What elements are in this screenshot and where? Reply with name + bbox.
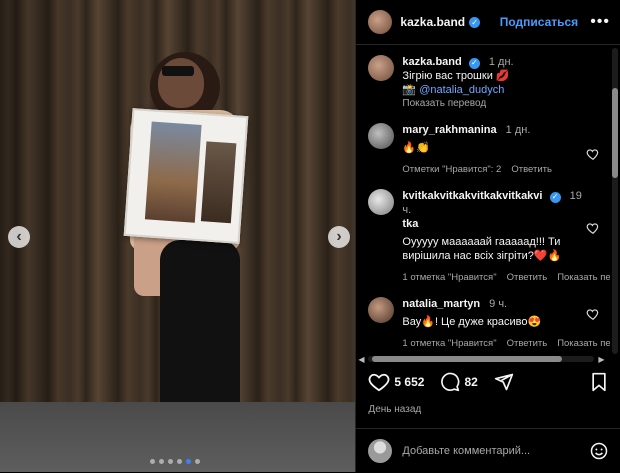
chevron-left-icon: ‹	[16, 228, 22, 245]
likes-count[interactable]: 5 652	[394, 375, 424, 389]
emoji-picker-icon[interactable]	[590, 442, 608, 460]
like-heart-icon[interactable]	[368, 372, 390, 392]
commenter-avatar[interactable]	[368, 189, 395, 215]
comment-bubble-icon[interactable]	[440, 372, 460, 392]
reply-button[interactable]: Ответить	[507, 271, 548, 285]
horizontal-scrollbar-thumb[interactable]	[372, 356, 563, 362]
carousel-dot	[159, 459, 164, 464]
mention-link[interactable]: @natalia_dudych	[419, 84, 504, 96]
comment-likes-count[interactable]: Отметки "Нравится": 2	[402, 163, 501, 177]
comment-time[interactable]: 9 ч.	[489, 298, 507, 310]
carousel-dot	[150, 459, 155, 464]
caption-time[interactable]: 1 дн.	[489, 56, 514, 68]
like-comment-heart-icon[interactable]	[586, 221, 600, 235]
camera-emoji: 📸	[402, 84, 420, 96]
verified-badge-icon: ✓	[468, 57, 480, 69]
vertical-scrollbar-thumb[interactable]	[612, 88, 618, 178]
chevron-right-icon: ›	[336, 228, 342, 245]
carousel-indicator	[150, 459, 200, 464]
follow-button[interactable]: Подписаться	[500, 15, 578, 29]
add-comment-bar: Добавьте комментарий...	[356, 428, 620, 473]
post-header: kazka.band ✓ Подписаться •••	[356, 0, 620, 45]
scroll-right-arrow-icon[interactable]: ▶	[598, 355, 604, 364]
reply-button[interactable]: Ответить	[507, 337, 548, 351]
post-side-panel: kazka.band ✓ Подписаться ••• kazka.band …	[355, 0, 620, 472]
carousel-dot	[195, 459, 200, 464]
post-caption: kazka.band ✓ 1 дн. Зігрію вас трошки 💋 📸…	[356, 45, 610, 111]
author-avatar[interactable]	[368, 10, 393, 34]
caption-line-1: Зігрію вас трошки 💋	[402, 70, 510, 82]
share-paper-plane-icon[interactable]	[494, 372, 514, 392]
photo-magazine	[123, 108, 249, 244]
like-comment-heart-icon[interactable]	[586, 307, 600, 321]
verified-badge-icon: ✓	[549, 191, 561, 203]
reply-button[interactable]: Ответить	[511, 163, 552, 177]
next-slide-button[interactable]: ›	[328, 226, 350, 248]
magazine-photo-secondary	[200, 141, 237, 224]
commenter-username[interactable]: kvitkakvitkakvitkakvitkakvi	[402, 190, 542, 202]
carousel-dot	[168, 459, 173, 464]
show-translation-link[interactable]: Показать пе	[557, 271, 610, 285]
author-username[interactable]: kazka.band	[400, 15, 465, 29]
add-comment-input[interactable]: Добавьте комментарий...	[402, 445, 530, 457]
vertical-scrollbar[interactable]	[612, 48, 618, 354]
comment-text: Оууууу маааааай гааааад!!! Ти вирішила н…	[402, 236, 562, 262]
comment-likes-count[interactable]: 1 отметка "Нравится"	[402, 271, 496, 285]
comment-item: mary_rakhmanina 1 дн. 🔥👏 Отметки "Нравит…	[356, 111, 610, 177]
comments-list[interactable]: kazka.band ✓ 1 дн. Зігрію вас трошки 💋 📸…	[356, 45, 610, 363]
commenter-username[interactable]: natalia_martyn	[402, 298, 480, 310]
comment-item: natalia_martyn 9 ч. Вау🔥! Це дуже красив…	[356, 285, 610, 351]
like-comment-heart-icon[interactable]	[586, 147, 600, 161]
post-media[interactable]: ‹ ›	[0, 0, 356, 472]
verified-badge-icon: ✓	[469, 16, 481, 28]
comment-text: 🔥👏	[402, 142, 430, 154]
caption-username[interactable]: kazka.band	[402, 56, 461, 68]
current-user-avatar	[368, 439, 393, 463]
caption-line-2: 📸 @natalia_dudych	[402, 83, 513, 97]
previous-slide-button[interactable]: ‹	[8, 226, 30, 248]
caption-avatar[interactable]	[368, 55, 395, 81]
comment-text: Вау🔥! Це дуже красиво😍	[402, 316, 542, 328]
post-date: День назад	[368, 404, 422, 415]
commenter-username[interactable]: mary_rakhmanina	[402, 124, 496, 136]
post-viewer: ‹ › kazka.band ✓ Подписаться ••• kazka.b…	[0, 0, 620, 472]
comment-item: kvitkakvitkakvitkakvitkakvi ✓ 19 ч. tka …	[356, 177, 610, 285]
commenter-username-continued[interactable]: tka	[402, 218, 418, 230]
commenter-avatar[interactable]	[368, 297, 395, 323]
show-translation-link[interactable]: Показать пе	[557, 337, 610, 351]
more-options-icon[interactable]: •••	[590, 13, 610, 31]
post-actions: 5 652 82	[368, 372, 608, 392]
horizontal-scrollbar[interactable]: ◀ ▶	[358, 355, 606, 364]
commenter-avatar[interactable]	[368, 123, 395, 149]
comment-time[interactable]: 1 дн.	[506, 124, 531, 136]
bookmark-icon[interactable]	[590, 372, 608, 392]
show-translation-link[interactable]: Показать перевод	[402, 97, 513, 111]
comments-count[interactable]: 82	[464, 375, 477, 389]
carousel-dot-active	[186, 459, 191, 464]
scroll-left-arrow-icon[interactable]: ◀	[358, 355, 364, 364]
magazine-photo	[144, 121, 202, 223]
comment-likes-count[interactable]: 1 отметка "Нравится"	[402, 337, 496, 351]
carousel-dot	[177, 459, 182, 464]
photo-sunglasses	[162, 66, 194, 76]
